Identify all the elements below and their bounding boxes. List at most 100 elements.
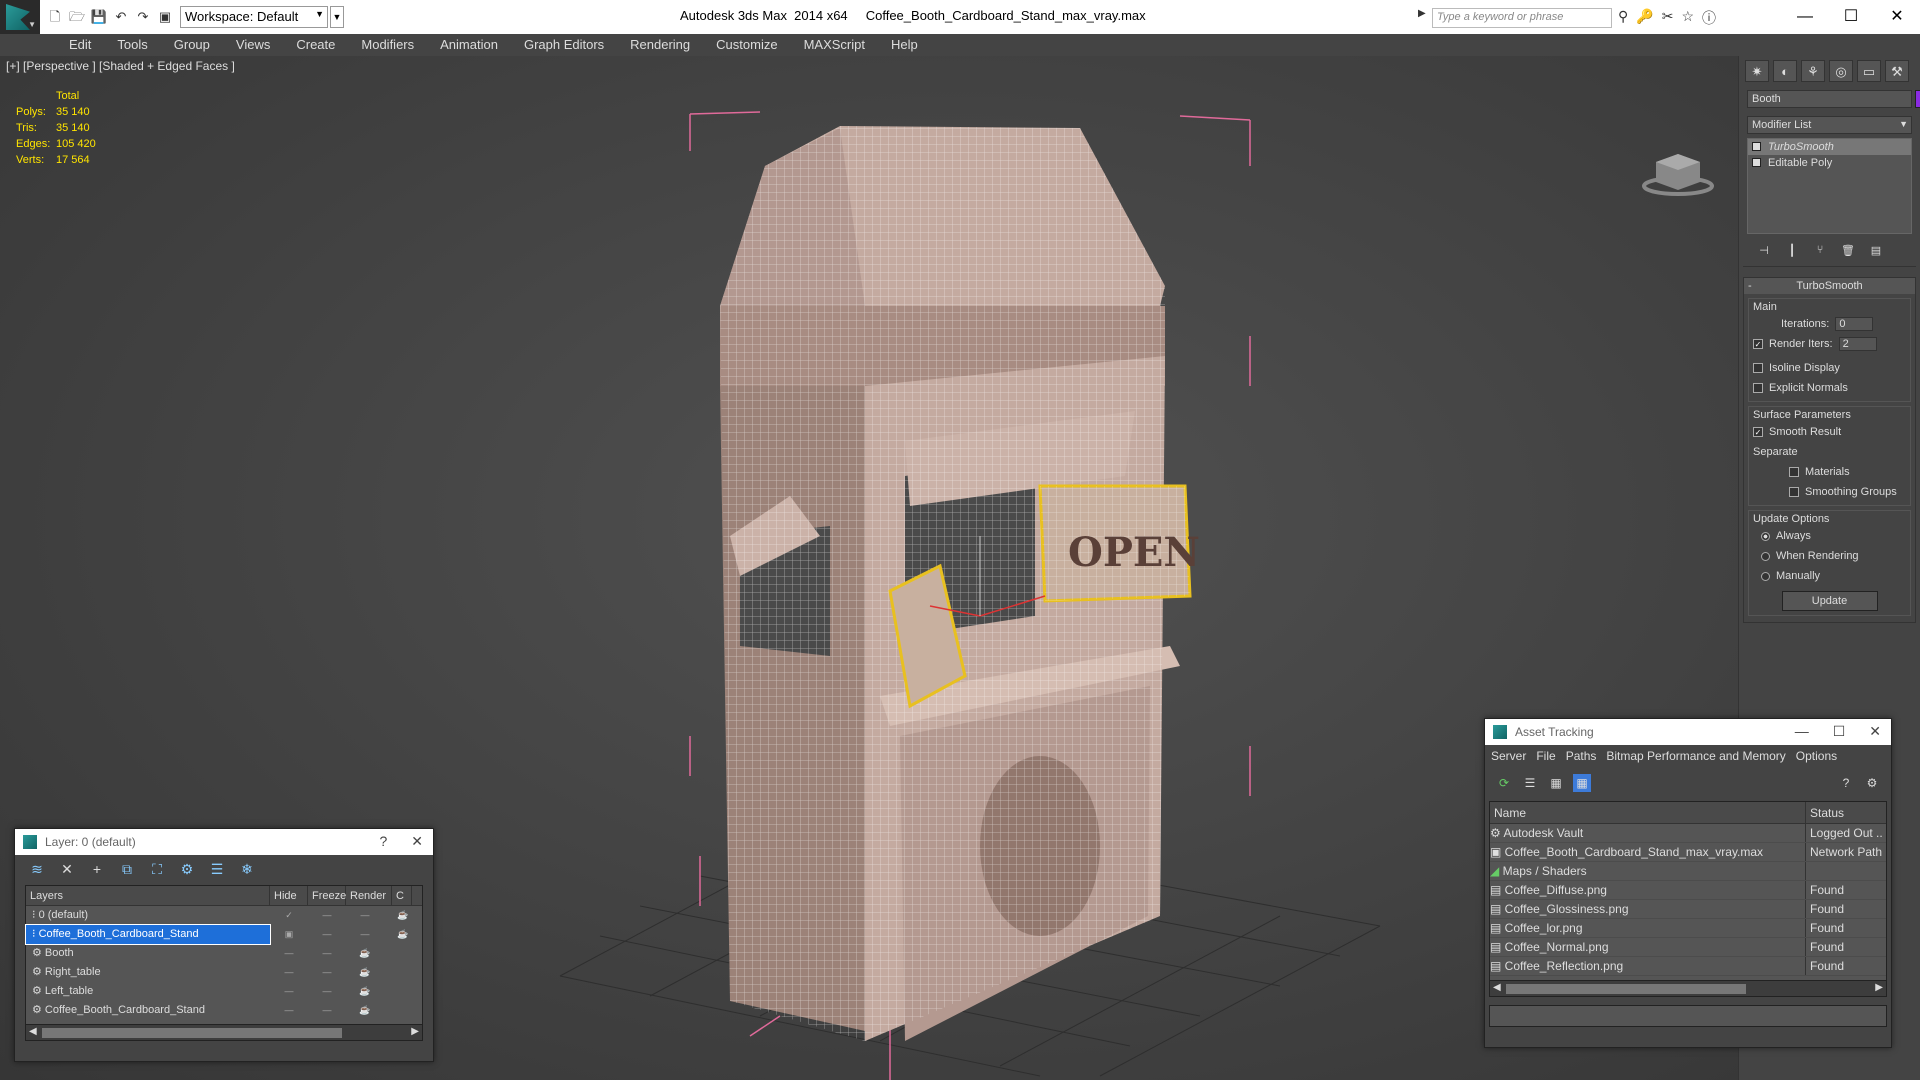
table-row[interactable]: ⚙ Right_table — — ☕ [26, 963, 422, 982]
table-row[interactable]: ▤ Coffee_Reflection.png Found [1490, 957, 1886, 976]
asset-path-field[interactable] [1489, 1005, 1887, 1027]
isoline-checkbox[interactable] [1753, 363, 1763, 373]
column-layers[interactable]: Layers [26, 886, 270, 905]
close-button[interactable]: ✕ [411, 833, 423, 850]
explicit-normals-checkbox[interactable] [1753, 383, 1763, 393]
menu-modifiers[interactable]: Modifiers [348, 37, 427, 52]
dialog-titlebar[interactable]: Asset Tracking — ☐ ✕ [1485, 719, 1891, 745]
menu-customize[interactable]: Customize [703, 37, 790, 52]
iterations-spinner[interactable]: 0 [1835, 317, 1874, 331]
render-iters-checkbox[interactable]: ✓ [1753, 339, 1763, 349]
app-menu-button[interactable]: ▼ [0, 0, 40, 34]
scroll-right-icon[interactable]: ▶ [411, 1026, 419, 1037]
update-button[interactable]: Update [1781, 591, 1878, 611]
select-layer-icon[interactable]: ⛶ [147, 861, 167, 879]
menu-graph-editors[interactable]: Graph Editors [511, 37, 617, 52]
menu-tools[interactable]: Tools [104, 37, 160, 52]
hierarchy-tab-icon[interactable]: ⚘ [1801, 60, 1825, 82]
list-view-icon[interactable]: ☰ [1521, 774, 1539, 792]
make-unique-icon[interactable]: ⑂ [1811, 244, 1829, 260]
table-row[interactable]: ▤ Coffee_Normal.png Found [1490, 938, 1886, 957]
help-button[interactable]: ? [379, 833, 387, 850]
horizontal-scrollbar[interactable]: ◀ ▶ [1490, 980, 1886, 996]
add-to-layer-icon[interactable]: ⧉ [117, 861, 137, 879]
save-icon[interactable]: 💾 [90, 8, 108, 26]
column-status[interactable]: Status [1806, 802, 1844, 823]
table-view-icon[interactable]: ▦ [1573, 774, 1591, 792]
delete-layer-icon[interactable]: ✕ [57, 861, 77, 879]
maximize-button[interactable]: ☐ [1828, 0, 1874, 34]
menu-edit[interactable]: Edit [56, 37, 104, 52]
render-iters-spinner[interactable]: 2 [1838, 337, 1877, 351]
column-render[interactable]: Render [346, 886, 392, 905]
table-row[interactable]: ▤ Coffee_Diffuse.png Found [1490, 881, 1886, 900]
menu-server[interactable]: Server [1491, 749, 1526, 765]
menu-maxscript[interactable]: MAXScript [791, 37, 878, 52]
hide-all-layers-icon[interactable]: ☰ [207, 861, 227, 879]
scroll-right-icon[interactable]: ▶ [1875, 982, 1883, 993]
help-icon[interactable]: ? [1837, 774, 1855, 792]
help-icon[interactable]: ⓘ [1702, 8, 1716, 28]
when-rendering-radio[interactable] [1761, 551, 1770, 561]
smooth-result-checkbox[interactable]: ✓ [1753, 427, 1763, 437]
open-sign[interactable]: OPEN [1038, 484, 1200, 603]
subscription-icon[interactable]: 🔑 [1636, 8, 1653, 28]
modify-tab-icon[interactable]: ◐ [1773, 60, 1797, 82]
project-folder-icon[interactable]: ▣ [156, 8, 174, 26]
maximize-button[interactable]: ☐ [1833, 723, 1846, 740]
motion-tab-icon[interactable]: ◎ [1829, 60, 1853, 82]
minimize-button[interactable]: — [1795, 723, 1809, 740]
show-end-result-icon[interactable]: ┃ [1783, 244, 1801, 260]
object-name-field[interactable]: Booth [1747, 90, 1920, 108]
menu-paths[interactable]: Paths [1566, 749, 1597, 765]
expand-icon[interactable] [1752, 158, 1761, 167]
stack-item-turbosmooth[interactable]: TurboSmooth [1748, 139, 1911, 155]
stack-item-editable-poly[interactable]: Editable Poly [1748, 155, 1911, 171]
create-layer-icon[interactable]: + [87, 861, 107, 879]
remove-modifier-icon[interactable]: 🗑 [1839, 244, 1857, 260]
close-button[interactable]: ✕ [1874, 0, 1920, 34]
binoculars-icon[interactable]: ⚲ [1618, 8, 1628, 28]
menu-options[interactable]: Options [1796, 749, 1837, 765]
always-radio[interactable] [1761, 531, 1770, 541]
menu-bitmap-performance[interactable]: Bitmap Performance and Memory [1606, 749, 1785, 765]
new-file-icon[interactable]: 🗋 [46, 8, 64, 26]
table-row[interactable]: ⁝ 0 (default) ✓ — — ☕ [26, 906, 422, 925]
favorites-star-icon[interactable]: ☆ [1681, 8, 1694, 28]
scroll-thumb[interactable] [42, 1028, 342, 1038]
tree-view-icon[interactable]: ▦ [1547, 774, 1565, 792]
display-tab-icon[interactable]: ▭ [1857, 60, 1881, 82]
table-row[interactable]: ▤ Coffee_Glossiness.png Found [1490, 900, 1886, 919]
horizontal-scrollbar[interactable]: ◀ ▶ [26, 1024, 422, 1040]
menu-group[interactable]: Group [161, 37, 223, 52]
utilities-tab-icon[interactable]: ⚒ [1885, 60, 1909, 82]
scroll-thumb[interactable] [1506, 984, 1746, 994]
layer-settings-icon[interactable]: ≋ [27, 861, 47, 879]
menu-rendering[interactable]: Rendering [617, 37, 703, 52]
table-row[interactable]: ▣ Coffee_Booth_Cardboard_Stand_max_vray.… [1490, 843, 1886, 862]
open-file-icon[interactable]: 🗁 [68, 8, 86, 26]
communication-center-icon[interactable]: ✂ [1662, 8, 1674, 28]
materials-checkbox[interactable] [1789, 467, 1799, 477]
scroll-left-icon[interactable]: ◀ [29, 1026, 37, 1037]
freeze-all-layers-icon[interactable]: ❄ [237, 861, 257, 879]
menu-create[interactable]: Create [283, 37, 348, 52]
dialog-titlebar[interactable]: Layer: 0 (default)? ✕ [15, 829, 433, 855]
menu-animation[interactable]: Animation [427, 37, 511, 52]
menu-views[interactable]: Views [223, 37, 283, 52]
table-row[interactable]: ▤ Coffee_lor.png Found [1490, 919, 1886, 938]
rollout-header[interactable]: - TurboSmooth [1744, 278, 1915, 294]
table-row[interactable]: ⚙ Left_table — — ☕ [26, 982, 422, 1001]
column-hide[interactable]: Hide [270, 886, 308, 905]
menu-file[interactable]: File [1536, 749, 1555, 765]
highlight-layer-icon[interactable]: ⚙ [177, 861, 197, 879]
settings-icon[interactable]: ⚙ [1863, 774, 1881, 792]
workspace-dropdown[interactable]: Workspace: Default ▼ [180, 6, 328, 28]
configure-sets-icon[interactable]: ▤ [1867, 244, 1885, 260]
modifier-list-dropdown[interactable]: Modifier List ▼ [1747, 116, 1912, 134]
object-color-swatch[interactable] [1915, 90, 1920, 108]
column-freeze[interactable]: Freeze [308, 886, 346, 905]
search-input[interactable]: Type a keyword or phrase [1432, 8, 1612, 28]
scroll-left-icon[interactable]: ◀ [1493, 982, 1501, 993]
create-tab-icon[interactable]: ✷ [1745, 60, 1769, 82]
